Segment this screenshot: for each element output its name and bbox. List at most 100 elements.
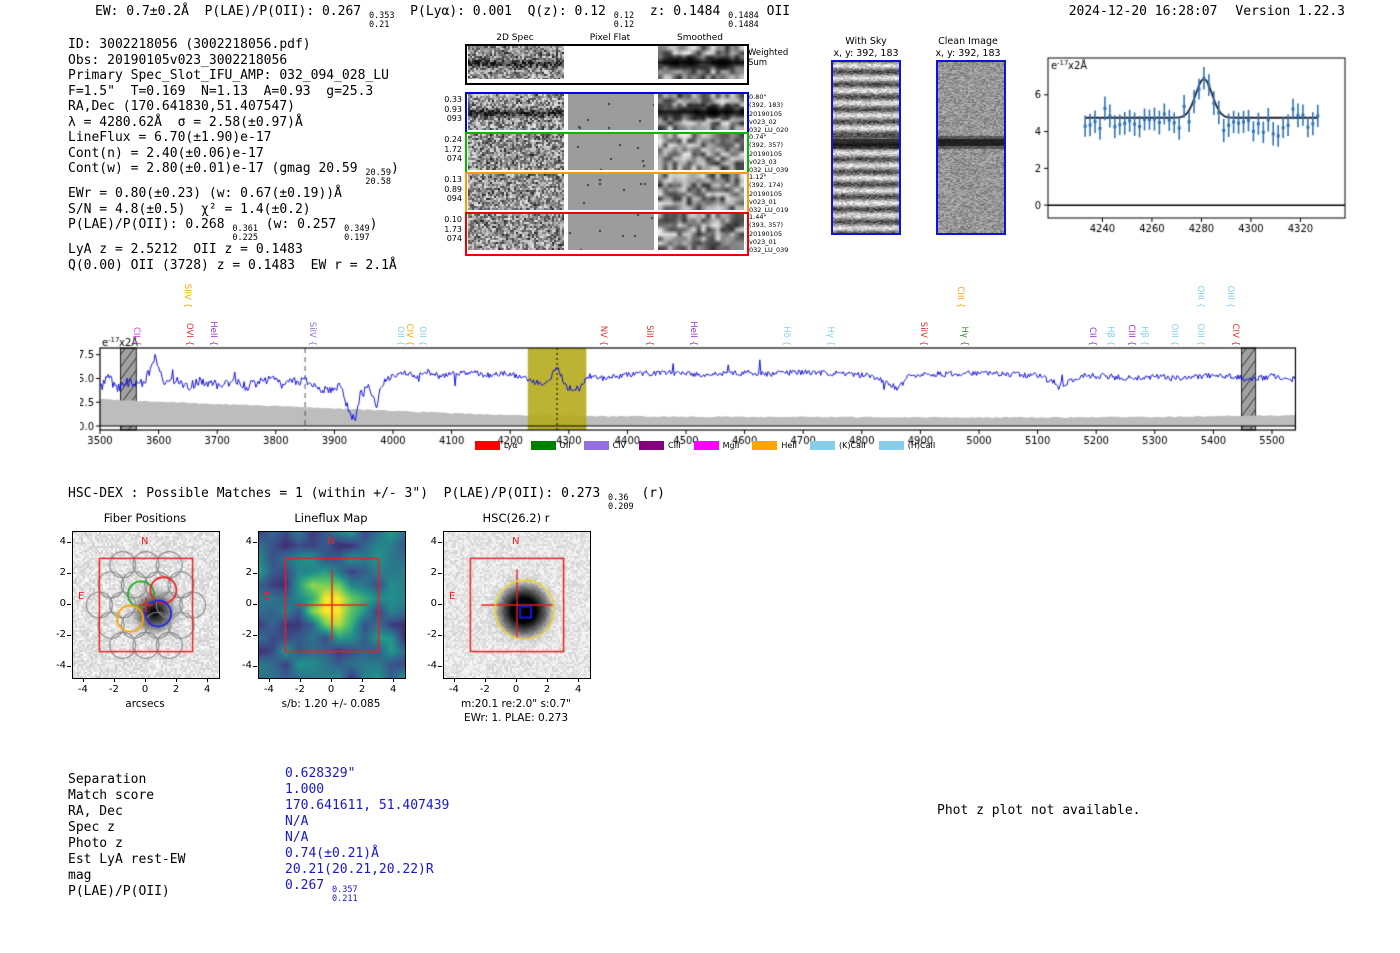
emission-line-label-OIII: OIII {	[1169, 323, 1180, 346]
spec2d-row	[465, 132, 749, 176]
cutout-xtick: 4	[203, 684, 211, 695]
line-fit-zoom-plot	[1020, 45, 1360, 235]
legend-label: OII	[559, 441, 571, 450]
spec2d-pixelflat-panel	[568, 46, 654, 79]
cutout-ytick: 0	[59, 598, 66, 609]
report-version: Version 1.22.3	[1235, 4, 1345, 19]
info-line-4: RA,Dec (170.641830,51.407547)	[68, 99, 399, 115]
cutout-xtick: -4	[77, 684, 88, 695]
match-row-label: Photo z	[68, 836, 123, 851]
info-line-7: Cont(n) = 2.40(±0.06)e-17	[68, 146, 399, 162]
legend-label: MgII	[722, 441, 740, 450]
text-segment: 1.000	[285, 782, 325, 797]
cutout-xtickmark	[82, 678, 84, 682]
text-segment: N/A	[285, 814, 309, 829]
cutout-ytickmark	[253, 541, 257, 543]
spec2d-smoothed-panel	[658, 134, 744, 170]
clean-image	[936, 60, 1006, 235]
cutout-ytickmark	[438, 666, 442, 668]
cutout-ytick: -2	[56, 629, 66, 641]
cutout-xtick: 2	[543, 684, 551, 695]
cutout-ytick: 0	[430, 598, 437, 609]
hsc-dex-match-line: HSC-DEX : Possible Matches = 1 (within +…	[68, 486, 665, 511]
emission-line-label-CIII: CIII {	[1126, 324, 1137, 346]
text-segment: S/N = 4.8(±0.5) χ² = 1.4(±0.2)	[68, 201, 311, 217]
text-segment: )	[391, 161, 399, 176]
cutout-xtickmark	[299, 678, 301, 682]
cutout-xtickmark	[145, 678, 146, 682]
emission-line-label-SiIV: SiIV {	[306, 321, 317, 346]
stacked-range: 0.349 0.197	[344, 224, 370, 243]
match-row-label: Est LyA rest-EW	[68, 852, 186, 867]
photz-note: Phot z plot not available.	[937, 803, 1141, 818]
cutout-ytick: 2	[245, 566, 252, 578]
emission-line-label-OII: OII {	[416, 326, 427, 346]
cutout-ytickmark	[253, 572, 257, 574]
spec2d-col-header: 2D Spec	[496, 33, 534, 43]
match-row-value: 0.267 0.357 0.211	[285, 878, 358, 903]
legend-item-Lyα: Lyα	[474, 441, 518, 450]
info-line-5: λ = 4280.62Å σ = 2.58(±0.97)Å	[68, 115, 399, 131]
stacked-range: 0.353 0.21	[368, 11, 395, 30]
emission-line-label-HeII: HeII {	[207, 321, 218, 346]
spec2d-row	[465, 44, 749, 85]
cutout-ytickmark	[438, 635, 442, 637]
cutout-xlabel: m:20.1 re:2.0" s:0.7"	[461, 698, 571, 710]
cutout-xtick: -2	[108, 684, 119, 695]
emission-line-label-OIII: OIII {	[1225, 285, 1236, 308]
cutout-ytickmark	[67, 604, 71, 605]
info-line-8: Cont(w) = 2.80(±0.01)e-17 (gmag 20.59 20…	[68, 161, 399, 186]
match-row-label: mag	[68, 868, 92, 883]
text-segment: Primary Spec_Slot_IFU_AMP: 032_094_028_L…	[68, 68, 389, 83]
spec2d-2d-panel	[468, 214, 564, 250]
cutout-ytickmark	[67, 572, 71, 574]
match-row-value: N/A	[285, 830, 308, 845]
fiber-image	[72, 531, 220, 679]
match-row-value: 20.21(20.21,20.22)R	[285, 862, 434, 877]
text-segment: LineFlux = 6.70(±1.90)e-17	[68, 130, 272, 145]
info-line-9: EWr = 0.80(±0.23) (w: 0.67(±0.19))Å	[68, 186, 399, 202]
cutout-ytick: -4	[242, 660, 252, 672]
emission-line-label-SiIV: SiIV {	[182, 283, 193, 308]
stacked-range: 0.357 0.211	[331, 885, 358, 904]
cutout-xtick: 0	[327, 684, 335, 695]
legend-label: Lyα	[503, 441, 518, 450]
cutout-xtick: 4	[389, 684, 397, 695]
text-segment: )	[369, 217, 378, 232]
cutout-xtick: 4	[574, 684, 582, 695]
text-segment: (w: 0.257	[257, 217, 345, 232]
legend-item-CIV: CIV	[583, 441, 626, 450]
legend-swatch	[638, 441, 664, 450]
text-segment: z: 0.1484	[634, 4, 729, 19]
cutout-ytick: -4	[56, 660, 66, 672]
text-segment: Cont(n) = 2.40(±0.06)e-17	[68, 145, 264, 161]
spec2d-pixelflat-panel	[568, 214, 654, 250]
cutout-xtickmark	[331, 678, 332, 682]
match-row-0: Separation 0.628329"	[68, 766, 449, 787]
spec2d-row-annotations: 1.12" (392, 174) 20190105 v023_01 032_LU_019	[749, 173, 789, 215]
report-timestamp-version: 2024-12-20 16:28:07 Version 1.22.3	[1069, 4, 1345, 19]
text-segment: 20.21(20.21,20.22)R	[285, 862, 434, 877]
spec2d-row-left-labels: 0.10 1.73 074	[444, 215, 462, 243]
emission-line-label-CII: CII {	[130, 326, 141, 346]
emission-line-label-SiII: SiII {	[643, 325, 654, 346]
emission-line-label-CIV: CIV {	[403, 323, 414, 346]
match-row-label: P(LAE)/P(OII)	[68, 884, 170, 899]
text-segment: 0.74(±0.21)Å	[285, 846, 379, 861]
spectrum-legend: Lyα OII CIV CIII MgII HeII (K)CaII (H)CaII	[445, 441, 965, 450]
cutout-xtick: 2	[358, 684, 366, 695]
info-line-11: P(LAE)/P(OII): 0.268 0.361 0.225 (w: 0.25…	[68, 217, 399, 242]
legend-item-(H)CaII: (H)CaII	[878, 441, 935, 450]
info-line-0: ID: 3002218056 (3002218056.pdf)	[68, 37, 399, 53]
text-segment: F=1.5" T=0.169 N=1.13 A=0.93 g=25.3	[68, 83, 374, 99]
spec2d-row-left-labels: 0.13 0.89 094	[444, 175, 462, 203]
cutout-xtick: 0	[512, 684, 520, 695]
cutout-xtickmark	[113, 678, 115, 682]
stacked-range: 0.12 0.12	[613, 11, 635, 30]
report-timestamp: 2024-12-20 16:28:07	[1068, 4, 1218, 19]
cutout-xlabel: arcsecs	[125, 698, 165, 710]
cutout-ytick: -2	[427, 629, 437, 641]
info-line-6: LineFlux = 6.70(±1.90)e-17	[68, 130, 399, 146]
emission-line-label-CIV: CIV {	[1230, 323, 1241, 346]
legend-item-MgII: MgII	[693, 441, 740, 450]
